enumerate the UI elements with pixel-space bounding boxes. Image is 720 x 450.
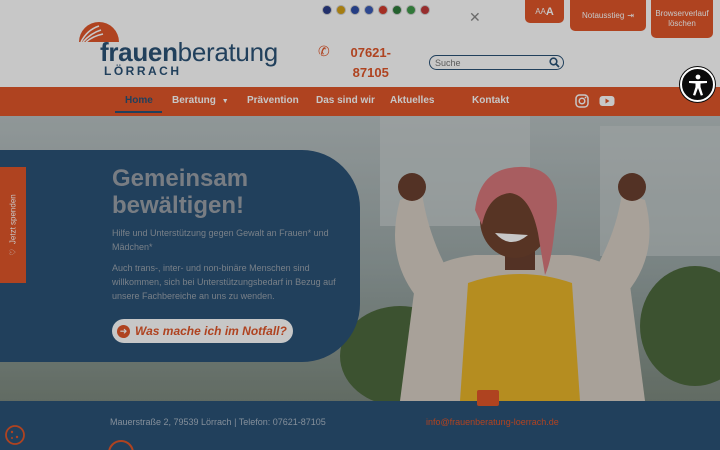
language-switcher — [322, 5, 430, 15]
hero-title: Gemeinsam bewältigen! — [112, 165, 249, 219]
logo-city: LÖRRACH — [104, 64, 182, 78]
nav-item-praevention[interactable]: Prävention — [247, 95, 299, 106]
hero-photo-woman — [395, 166, 650, 401]
site-footer: Mauerstraße 2, 79539 Lörrach | Telefon: … — [0, 401, 720, 450]
accessibility-button[interactable] — [680, 67, 715, 102]
emergency-cta-button[interactable]: ➜ Was mache ich im Notfall? — [112, 319, 293, 343]
flag-fr-icon[interactable] — [350, 5, 360, 15]
chevron-down-icon: ▼ — [221, 98, 229, 105]
search-input[interactable] — [435, 57, 540, 69]
cookie-icon[interactable] — [4, 424, 26, 446]
heart-icon: ♡ — [8, 248, 18, 256]
site-logo[interactable]: frauenberatung LÖRRACH — [77, 8, 278, 78]
donate-label-text: Jetzt spenden — [8, 194, 18, 245]
flag-tr-icon[interactable] — [378, 5, 388, 15]
accessibility-icon — [688, 74, 707, 96]
donate-label: ♡ Jetzt spenden — [9, 194, 18, 255]
phone-contact[interactable]: ✆ 07621-87105 — [318, 43, 396, 83]
flag-ir-icon[interactable] — [406, 5, 416, 15]
close-icon[interactable]: ✕ — [469, 9, 481, 26]
clear-history-button[interactable]: Browserverlauf löschen — [651, 0, 713, 38]
footer-email-link[interactable]: info@frauenberatung-loerrach.de — [426, 417, 559, 427]
nav-item-home[interactable]: Home — [125, 95, 153, 106]
donate-side-tab[interactable]: ♡ Jetzt spenden — [0, 167, 26, 283]
youtube-icon[interactable] — [599, 94, 615, 108]
emergency-exit-button[interactable]: Notausstieg ⇥ — [570, 0, 646, 31]
flag-hr-icon[interactable] — [420, 5, 430, 15]
footer-address: Mauerstraße 2, 79539 Lörrach | Telefon: … — [110, 417, 326, 427]
nav-item-kontakt[interactable]: Kontakt — [472, 95, 509, 106]
main-nav: Home Beratung ▼ Prävention Das sind wir … — [0, 87, 720, 116]
hero-subtitle: Hilfe und Unterstützung gegen Gewalt an … — [112, 228, 329, 252]
hero-description: Auch trans-, inter- und non-binäre Mensc… — [112, 263, 336, 301]
search-icon[interactable] — [549, 57, 560, 68]
phone-number[interactable]: 07621-87105 — [346, 43, 396, 83]
font-size-large-label: A — [545, 5, 554, 18]
instagram-icon[interactable] — [575, 94, 589, 108]
emergency-cta-label: Was mache ich im Notfall? — [135, 324, 287, 338]
font-size-button[interactable]: AA A — [525, 0, 564, 23]
emergency-exit-label: Notausstieg — [582, 10, 625, 20]
active-nav-indicator — [115, 111, 162, 113]
flag-es-icon[interactable] — [336, 5, 346, 15]
site-header: frauenberatung LÖRRACH ✕ ✆ 07621-87105 A… — [0, 0, 720, 87]
clear-history-label: Browserverlauf löschen — [655, 9, 709, 28]
mail-icon — [477, 390, 499, 406]
nav-item-das-sind-wir[interactable]: Das sind wir — [316, 95, 375, 106]
exit-icon: ⇥ — [627, 10, 634, 20]
flag-en-icon[interactable] — [322, 5, 332, 15]
flag-sa-icon[interactable] — [392, 5, 402, 15]
search-box — [429, 55, 564, 70]
phone-icon: ✆ — [318, 43, 330, 59]
font-size-small-label: AA — [535, 6, 546, 16]
arrow-right-icon: ➜ — [117, 324, 130, 338]
flag-ru-icon[interactable] — [364, 5, 374, 15]
nav-item-beratung[interactable]: Beratung ▼ — [172, 95, 229, 106]
nav-item-aktuelles[interactable]: Aktuelles — [390, 95, 434, 106]
nav-item-beratung-label: Beratung — [172, 95, 216, 106]
